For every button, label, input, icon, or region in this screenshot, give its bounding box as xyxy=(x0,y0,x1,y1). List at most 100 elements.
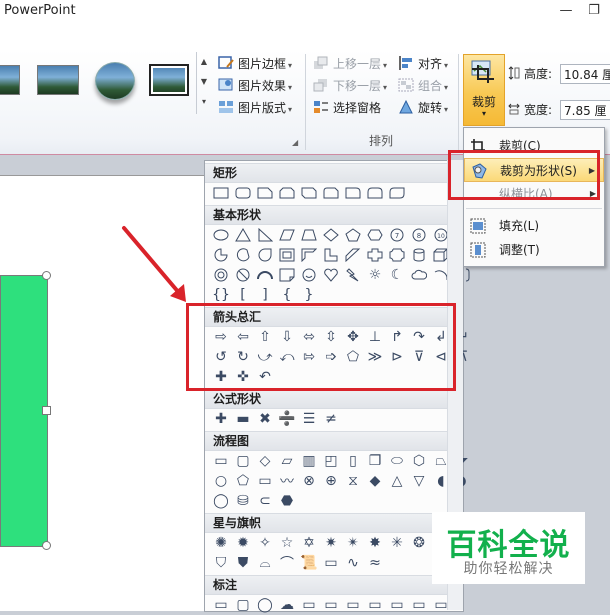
donut-shape-icon[interactable] xyxy=(211,265,231,285)
vertical-scroll-shape-icon[interactable]: 📜 xyxy=(299,553,319,573)
document-shape-icon[interactable]: ▯ xyxy=(343,451,363,471)
picture-border-button[interactable]: 图片边框 ▾ xyxy=(218,54,292,74)
plus-shape-icon[interactable] xyxy=(365,245,385,265)
explosion-1-shape-icon[interactable]: ✺ xyxy=(211,533,231,553)
not-equal-sign-shape-icon[interactable]: ≠ xyxy=(321,409,341,429)
rounded-rectangular-callout-shape-icon[interactable]: ▢ xyxy=(233,595,253,615)
star-7-point-shape-icon[interactable]: ✷ xyxy=(321,533,341,553)
rectangular-callout-shape-icon[interactable]: ▭ xyxy=(211,595,231,615)
alternate-process-shape-icon[interactable]: ▢ xyxy=(233,451,253,471)
cloud-callout-shape-icon[interactable]: ☁ xyxy=(277,595,297,615)
picture-effects-button[interactable]: 图片效果 ▾ xyxy=(218,76,292,96)
half-frame-shape-icon[interactable] xyxy=(299,245,319,265)
heart-shape-icon[interactable] xyxy=(321,265,341,285)
right-bracket-shape-icon[interactable]: ] xyxy=(255,285,275,305)
line-callout-4-shape-icon[interactable]: ▭ xyxy=(365,595,385,615)
picture-layout-button[interactable]: 图片版式 ▾ xyxy=(218,98,292,118)
terminator-shape-icon[interactable]: ⬭ xyxy=(387,451,407,471)
curved-up-ribbon-shape-icon[interactable]: ⌓ xyxy=(255,553,275,573)
no-symbol-shape-icon[interactable] xyxy=(233,265,253,285)
menu-item-fit[interactable]: 调整(T) xyxy=(464,238,604,262)
preparation-shape-icon[interactable]: ⬡ xyxy=(409,451,429,471)
oval-callout-shape-icon[interactable]: ◯ xyxy=(255,595,275,615)
round-single-corner-rectangle-shape-icon[interactable] xyxy=(343,183,363,203)
gallery-up-icon[interactable]: ▲ xyxy=(197,52,211,72)
display-shape-icon[interactable]: ⬣ xyxy=(277,491,297,511)
picture-style-thumb-oval[interactable] xyxy=(95,62,135,100)
collate-shape-icon[interactable]: ⧖ xyxy=(343,471,363,491)
resize-handle-bottom-right[interactable] xyxy=(42,541,51,550)
resize-handle-top-right[interactable] xyxy=(42,271,51,280)
plaque-shape-icon[interactable] xyxy=(387,245,407,265)
snip-same-side-rectangle-shape-icon[interactable] xyxy=(277,183,297,203)
selection-pane-button[interactable]: 选择窗格 xyxy=(313,98,381,118)
line-callout-5-shape-icon[interactable]: ▭ xyxy=(387,595,407,615)
double-wave-shape-icon[interactable]: ≈ xyxy=(365,553,385,573)
right-brace-shape-icon[interactable]: } xyxy=(299,285,319,305)
picture-style-thumb-framed[interactable] xyxy=(149,64,189,96)
sun-shape-icon[interactable]: ☼ xyxy=(365,265,385,285)
picture-style-thumb-1[interactable] xyxy=(0,65,20,95)
snip-round-rectangle-shape-icon[interactable] xyxy=(321,183,341,203)
rounded-rectangle-shape-icon[interactable] xyxy=(233,183,253,203)
round-same-side-rectangle-shape-icon[interactable] xyxy=(365,183,385,203)
down-ribbon-shape-icon[interactable]: ⛊ xyxy=(233,553,253,573)
diamond-shape-icon[interactable] xyxy=(321,225,341,245)
frame-shape-icon[interactable] xyxy=(277,245,297,265)
star-6-point-shape-icon[interactable]: ✡ xyxy=(299,533,319,553)
star-4-point-shape-icon[interactable]: ✧ xyxy=(255,533,275,553)
cloud-shape-icon[interactable] xyxy=(409,265,429,285)
left-bracket-shape-icon[interactable]: [ xyxy=(233,285,253,305)
snip-corner-rectangle-shape-icon[interactable] xyxy=(255,183,275,203)
star-8-point-shape-icon[interactable]: ✴ xyxy=(343,533,363,553)
send-backward-button[interactable]: 下移一层 ▾ xyxy=(313,76,387,96)
chord-shape-icon[interactable] xyxy=(233,245,253,265)
double-brace-shape-icon[interactable]: {} xyxy=(211,285,231,305)
can-shape-icon[interactable] xyxy=(409,245,429,265)
minimize-button[interactable]: — xyxy=(555,2,577,20)
curved-down-ribbon-shape-icon[interactable]: ⌒ xyxy=(277,553,297,573)
summing-junction-shape-icon[interactable]: ⊗ xyxy=(299,471,319,491)
parallelogram-shape-icon[interactable] xyxy=(277,225,297,245)
resize-handle-right[interactable] xyxy=(42,406,51,415)
triangle-shape-icon[interactable] xyxy=(233,225,253,245)
star-12-point-shape-icon[interactable]: ✳ xyxy=(387,533,407,553)
data-shape-icon[interactable]: ▱ xyxy=(277,451,297,471)
folded-corner-shape-icon[interactable] xyxy=(277,265,297,285)
star-16-point-shape-icon[interactable]: ❂ xyxy=(409,533,429,553)
line-callout-6-shape-icon[interactable]: ▭ xyxy=(409,595,429,615)
menu-item-fill[interactable]: 填充(L) xyxy=(464,214,604,238)
plus-sign-shape-icon[interactable]: ✚ xyxy=(211,409,231,429)
explosion-2-shape-icon[interactable]: ✹ xyxy=(233,533,253,553)
line-callout-3-shape-icon[interactable]: ▭ xyxy=(343,595,363,615)
line-callout-1-shape-icon[interactable]: ▭ xyxy=(299,595,319,615)
punched-tape-shape-icon[interactable]: 〰 xyxy=(277,471,297,491)
left-brace-shape-icon[interactable]: { xyxy=(277,285,297,305)
dialog-launcher-icon[interactable]: ◢ xyxy=(292,138,298,147)
internal-storage-shape-icon[interactable]: ◰ xyxy=(321,451,341,471)
connector-shape-icon[interactable]: ○ xyxy=(211,471,231,491)
oval-shape-icon[interactable] xyxy=(211,225,231,245)
sequential-access-storage-shape-icon[interactable]: ◯ xyxy=(211,491,231,511)
decision-shape-icon[interactable]: ◇ xyxy=(255,451,275,471)
merge-shape-icon[interactable]: ▽ xyxy=(409,471,429,491)
wave-shape-icon[interactable]: ∿ xyxy=(343,553,363,573)
heptagon-shape-icon[interactable]: 7 xyxy=(387,225,407,245)
up-ribbon-shape-icon[interactable]: ⛉ xyxy=(211,553,231,573)
rotate-button[interactable]: 旋转 ▾ xyxy=(398,98,448,118)
restore-button[interactable]: ❐ xyxy=(583,2,605,20)
gallery-more-icon[interactable]: ▾ xyxy=(197,92,211,112)
smiley-face-shape-icon[interactable] xyxy=(299,265,319,285)
star-10-point-shape-icon[interactable]: ✸ xyxy=(365,533,385,553)
bring-forward-button[interactable]: 上移一层 ▾ xyxy=(313,54,387,74)
multidocument-shape-icon[interactable]: ❐ xyxy=(365,451,385,471)
divide-sign-shape-icon[interactable]: ➗ xyxy=(277,409,297,429)
horizontal-scroll-shape-icon[interactable]: ▭ xyxy=(321,553,341,573)
process-shape-icon[interactable]: ▭ xyxy=(211,451,231,471)
minus-sign-shape-icon[interactable]: ▬ xyxy=(233,409,253,429)
or-shape-icon[interactable]: ⊕ xyxy=(321,471,341,491)
extract-shape-icon[interactable]: △ xyxy=(387,471,407,491)
off-page-connector-shape-icon[interactable]: ⬠ xyxy=(233,471,253,491)
crop-button[interactable]: 裁剪 ▾ xyxy=(463,54,505,126)
selected-green-shape[interactable] xyxy=(0,275,48,547)
